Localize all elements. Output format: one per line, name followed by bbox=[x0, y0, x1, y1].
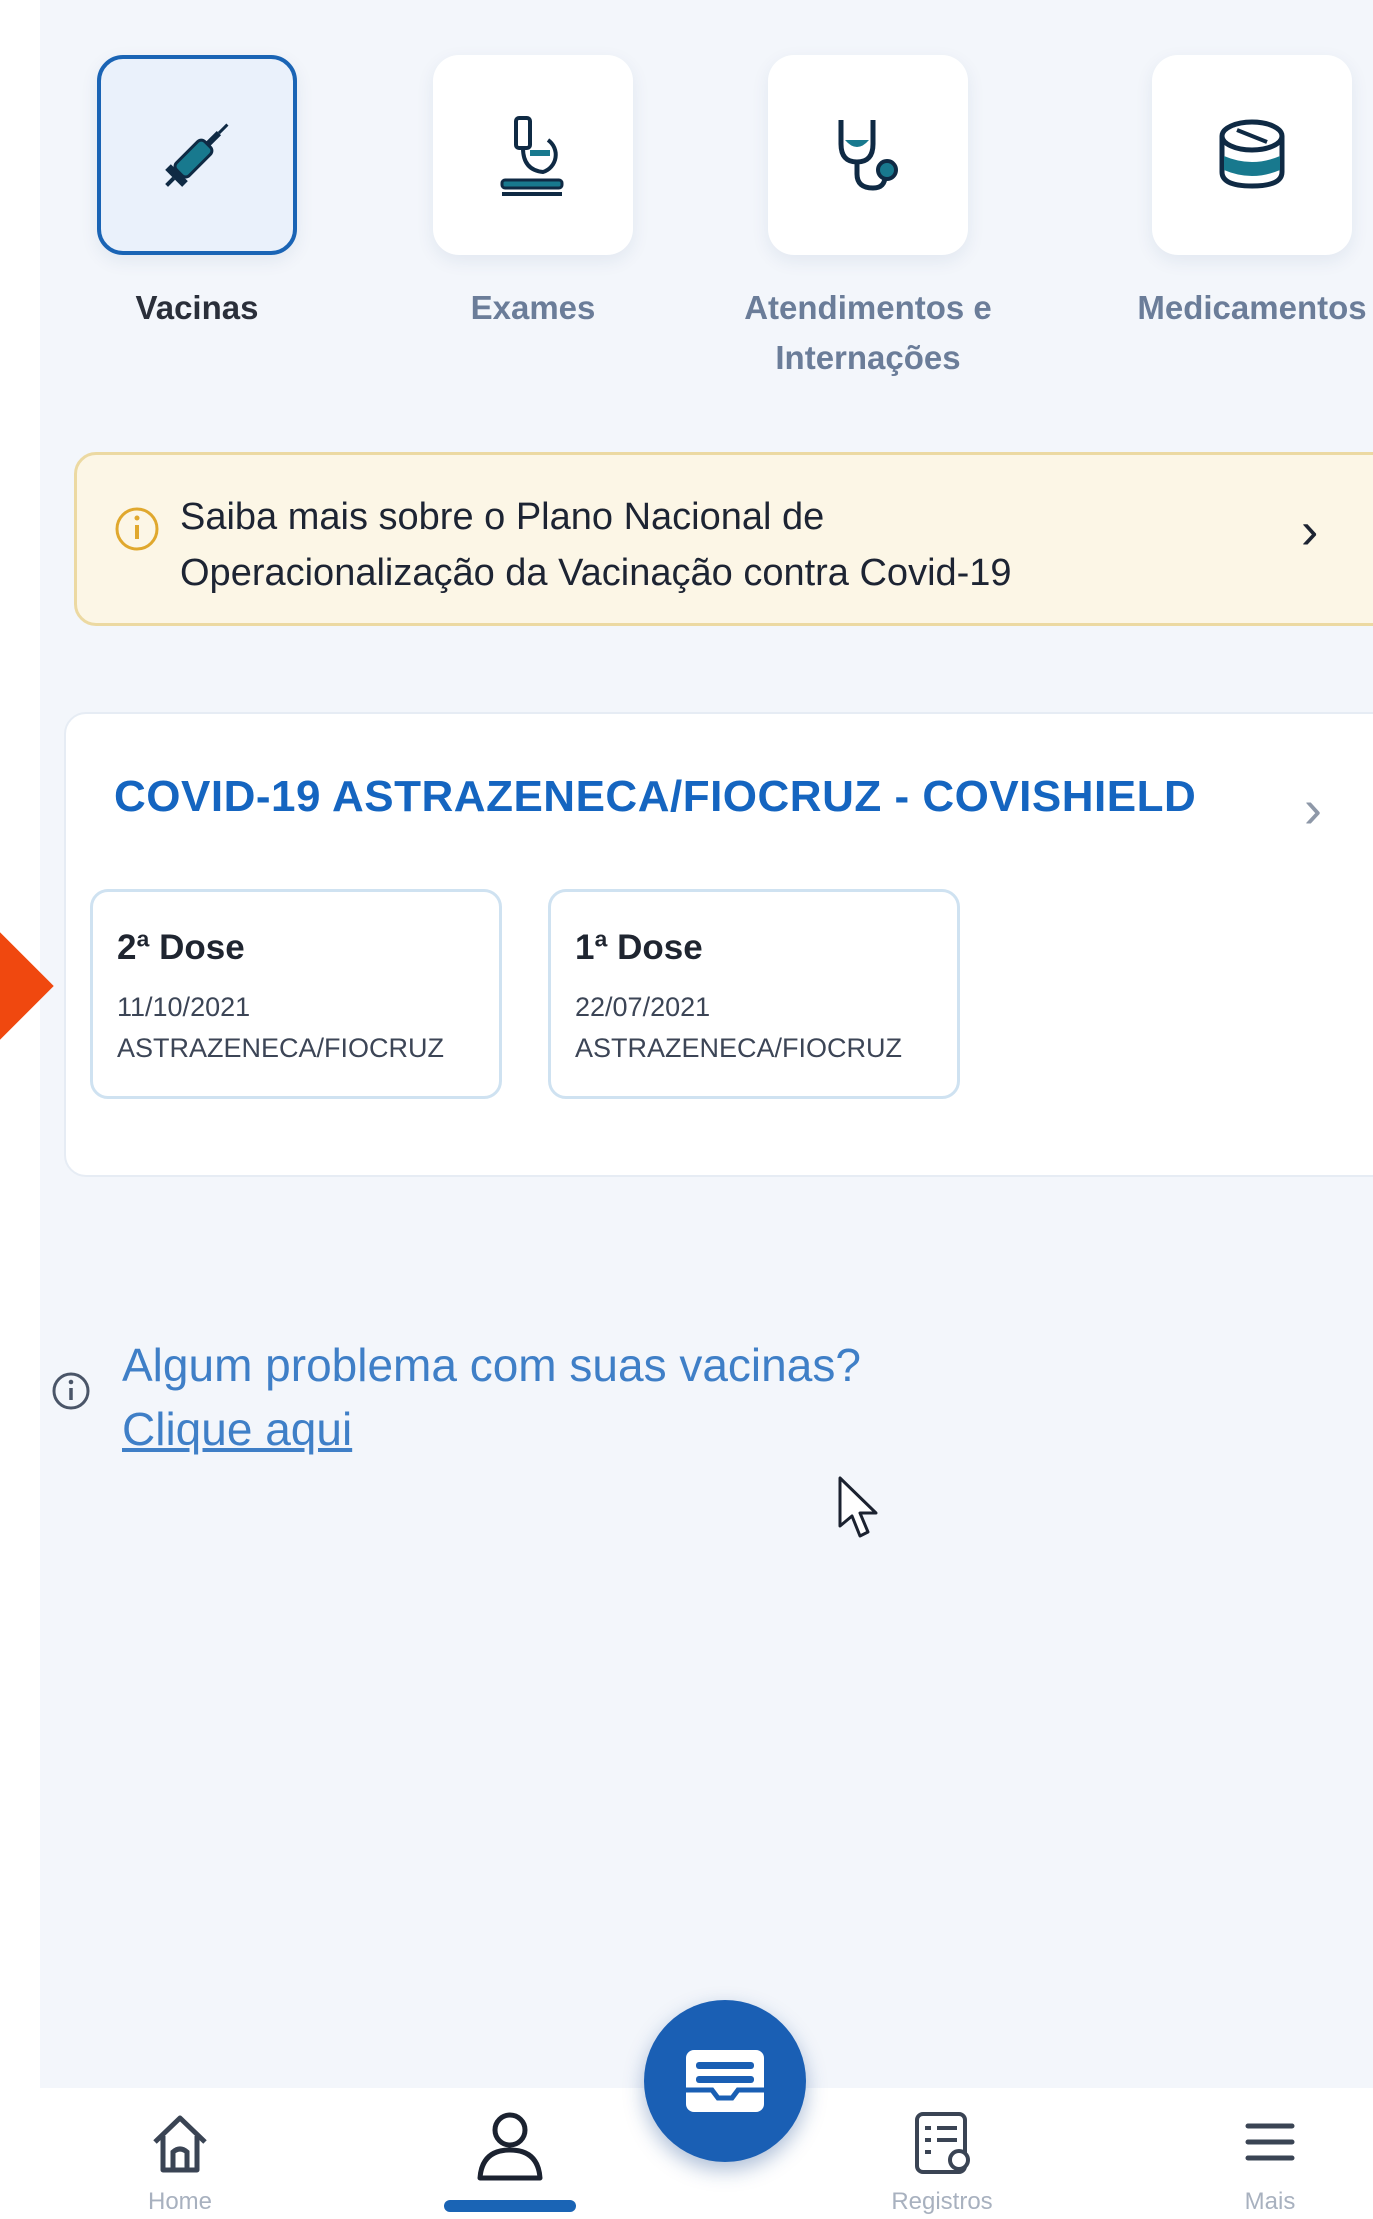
category-label: Medicamentos bbox=[1137, 289, 1367, 326]
dose-manufacturer: ASTRAZENECA/FIOCRUZ bbox=[117, 1033, 445, 1063]
tab-profile[interactable] bbox=[420, 2108, 600, 2184]
tab-home[interactable]: Home bbox=[90, 2108, 270, 2215]
chevron-right-icon: › bbox=[1304, 779, 1322, 839]
left-strip bbox=[0, 0, 40, 2219]
vaccine-card[interactable]: COVID-19 ASTRAZENECA/FIOCRUZ - COVISHIEL… bbox=[64, 712, 1373, 1177]
category-label: Exames bbox=[470, 289, 596, 326]
profile-icon bbox=[477, 2112, 543, 2181]
dose-date: 22/07/2021 bbox=[575, 992, 711, 1022]
microscope-icon bbox=[500, 116, 564, 196]
syringe-icon bbox=[165, 123, 229, 187]
banner-line-1: Saiba mais sobre o Plano Nacional de bbox=[180, 496, 825, 538]
dose-card-1[interactable]: 1ª Dose 22/07/2021 ASTRAZENECA/FIOCRUZ bbox=[548, 889, 960, 1099]
home-icon bbox=[153, 2115, 207, 2173]
dose-manufacturer: ASTRAZENECA/FIOCRUZ bbox=[575, 1033, 903, 1063]
tab-label: Registros bbox=[891, 2188, 993, 2215]
info-icon bbox=[115, 507, 159, 551]
pills-icon bbox=[1219, 119, 1285, 189]
vaccine-title: COVID-19 ASTRAZENECA/FIOCRUZ - COVISHIEL… bbox=[114, 772, 1197, 821]
category-tile[interactable] bbox=[1152, 55, 1352, 255]
category-label: Atendimentos e Internações bbox=[744, 289, 992, 376]
dose-label: 1ª Dose bbox=[575, 928, 703, 967]
category-tile[interactable] bbox=[768, 55, 968, 255]
stethoscope-icon bbox=[838, 120, 898, 191]
tab-mais[interactable]: Mais bbox=[1180, 2108, 1360, 2215]
help-question: Algum problema com suas vacinas? bbox=[122, 1339, 861, 1391]
dose-card-2[interactable]: 2ª Dose 11/10/2021 ASTRAZENECA/FIOCRUZ bbox=[90, 889, 502, 1099]
info-icon bbox=[52, 1372, 90, 1410]
records-icon bbox=[915, 2112, 970, 2174]
tab-label: Home bbox=[147, 2188, 213, 2215]
screen: Vacinas Exames Atendimentos e Internaçõe… bbox=[0, 0, 1373, 2219]
active-tab-indicator bbox=[444, 2200, 576, 2212]
category-label: Vacinas bbox=[135, 289, 259, 326]
wallet-fab-button[interactable] bbox=[644, 2000, 806, 2162]
tab-label: Mais bbox=[1244, 2188, 1296, 2215]
mouse-cursor-icon bbox=[838, 1476, 878, 1538]
dose-label: 2ª Dose bbox=[117, 928, 245, 967]
vaccination-plan-banner[interactable]: Saiba mais sobre o Plano Nacional de Ope… bbox=[74, 452, 1373, 626]
menu-icon bbox=[1245, 2123, 1295, 2161]
banner-text: Saiba mais sobre o Plano Nacional de Ope… bbox=[180, 489, 1012, 601]
help-link[interactable]: Clique aqui bbox=[122, 1402, 352, 1456]
category-tile[interactable] bbox=[97, 55, 297, 255]
tab-registros[interactable]: Registros bbox=[852, 2108, 1032, 2215]
dose-date: 11/10/2021 bbox=[117, 992, 251, 1022]
wallet-card-icon bbox=[686, 2050, 764, 2112]
chevron-right-icon: › bbox=[1301, 502, 1319, 560]
banner-line-2: Operacionalização da Vacinação contra Co… bbox=[180, 552, 1012, 594]
category-tile[interactable] bbox=[433, 55, 633, 255]
